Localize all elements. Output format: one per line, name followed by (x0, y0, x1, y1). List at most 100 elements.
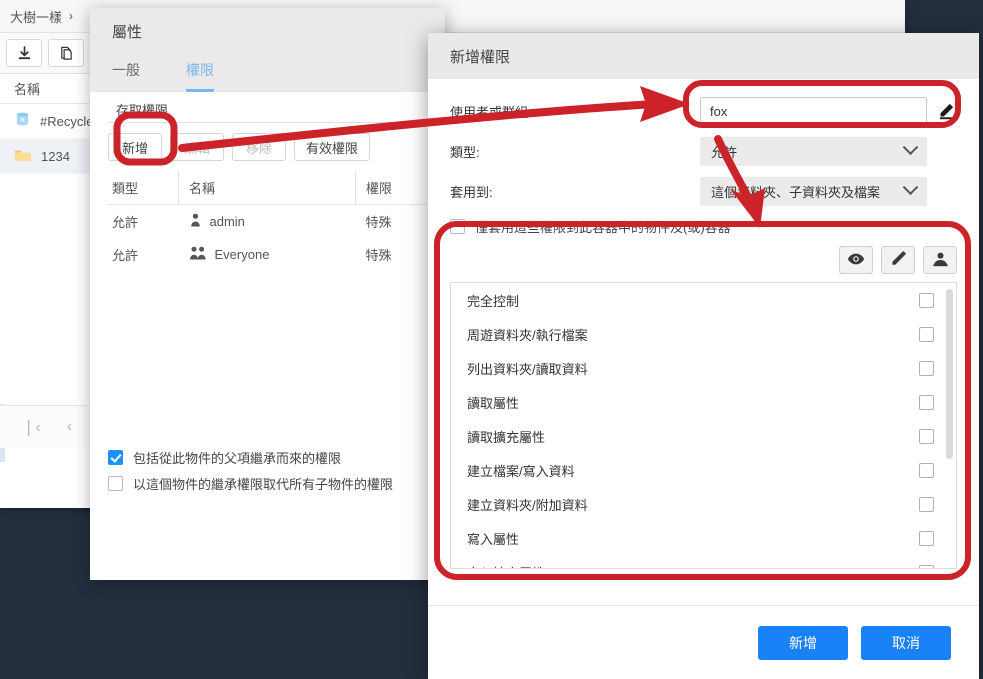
apply-to-select[interactable]: 這個資料夾、子資料夾及檔案 (700, 177, 927, 206)
chevron-down-icon (902, 139, 919, 156)
list-item-label: 1234 (41, 148, 70, 164)
add-dialog-footer: 新增 取消 (428, 605, 979, 679)
list-item[interactable]: 讀取屬性 (451, 385, 956, 419)
permission-selection-panel: 完全控制 周遊資料夾/執行檔案 列出資料夾/讀取資料 讀取屬性 讀取擴充屬性 建… (450, 246, 957, 569)
effective-permission-button[interactable]: 有效權限 (294, 133, 371, 161)
permission-label: 建立資料夾/附加資料 (467, 497, 588, 513)
table-row[interactable]: 允許 admin 特殊 (108, 205, 427, 239)
edit-permission-button[interactable]: 編輯 (170, 133, 224, 161)
copy-icon (59, 46, 74, 61)
add-permission-button[interactable]: 新增 (108, 133, 162, 161)
replace-child-checkbox[interactable] (108, 476, 123, 491)
permission-label: 建立檔案/寫入資料 (467, 463, 575, 479)
properties-dialog: 屬性 一般 權限 存取權限 新增 編輯 移除 有效權限 類型 名稱 權限 允許 (90, 8, 445, 580)
chevron-down-icon (902, 179, 919, 196)
group-icon (189, 246, 207, 263)
folder-icon (14, 147, 32, 166)
pencil-icon (890, 250, 907, 270)
type-row: 類型: 允許 (450, 137, 957, 166)
add-button[interactable]: 新增 (758, 625, 848, 660)
properties-tabs: 一般 權限 (90, 54, 445, 92)
permission-checkbox[interactable] (919, 428, 934, 444)
permission-checkbox[interactable] (919, 360, 934, 376)
table-header-row: 類型 名稱 權限 (108, 171, 427, 205)
cell-name-label: admin (209, 214, 245, 229)
list-item[interactable]: 寫入擴充屬性 (451, 555, 956, 569)
type-select[interactable]: 允許 (700, 137, 927, 166)
permission-label: 列出資料夾/讀取資料 (467, 361, 588, 377)
apply-to-label: 套用到: (450, 185, 493, 200)
permission-checkbox[interactable] (919, 326, 934, 342)
container-only-checkbox[interactable] (450, 219, 465, 234)
permission-checkbox[interactable] (919, 292, 934, 308)
fieldset-divider (108, 122, 427, 123)
remove-permission-button[interactable]: 移除 (232, 133, 286, 161)
list-scrollbar[interactable] (946, 289, 953, 459)
include-inherited-checkbox[interactable] (108, 450, 123, 465)
download-button[interactable] (6, 39, 42, 67)
container-only-row[interactable]: 僅套用這些權限到此容器中的物件及(或)容器 (450, 217, 957, 236)
column-header-type: 類型 (108, 171, 179, 205)
apply-to-row: 套用到: 這個資料夾、子資料夾及檔案 (450, 177, 957, 206)
cell-name-label: Everyone (214, 247, 270, 262)
column-header-name: 名稱 (178, 171, 356, 205)
permission-checkbox[interactable] (919, 394, 934, 410)
list-item[interactable]: 建立檔案/寫入資料 (451, 453, 956, 487)
read-preset-button[interactable] (839, 246, 873, 274)
owner-preset-button[interactable] (923, 246, 957, 274)
cancel-button[interactable]: 取消 (861, 625, 951, 660)
download-icon (17, 45, 32, 61)
copy-button[interactable] (48, 39, 84, 67)
permission-checkbox-list[interactable]: 完全控制 周遊資料夾/執行檔案 列出資料夾/讀取資料 讀取屬性 讀取擴充屬性 建… (450, 282, 957, 569)
permission-checkbox[interactable] (919, 462, 934, 478)
permission-checkbox[interactable] (919, 496, 934, 512)
user-or-group-input[interactable] (700, 97, 927, 126)
cell-name: Everyone (179, 238, 356, 271)
tab-general[interactable]: 一般 (112, 60, 140, 92)
list-item[interactable]: 完全控制 (451, 283, 956, 317)
fieldset-legend: 存取權限 (116, 100, 175, 119)
tab-permissions[interactable]: 權限 (186, 60, 214, 92)
prev-page-button[interactable]: ‹ (67, 418, 72, 436)
properties-dialog-title: 屬性 (90, 8, 445, 54)
breadcrumb-item[interactable]: 大樹一樣 (10, 7, 62, 26)
type-label: 類型: (450, 145, 480, 160)
include-inherited-row[interactable]: 包括從此物件的父項繼承而來的權限 (108, 448, 423, 467)
permission-action-buttons: 新增 編輯 移除 有效權限 (108, 133, 427, 161)
cell-type: 允許 (112, 248, 139, 263)
inheritance-options: 包括從此物件的父項繼承而來的權限 以這個物件的繼承權限取代所有子物件的權限 (108, 448, 423, 500)
type-select-value: 允許 (711, 145, 738, 160)
cell-permission: 特殊 (365, 248, 392, 263)
write-preset-button[interactable] (881, 246, 915, 274)
list-item[interactable]: 建立資料夾/附加資料 (451, 487, 956, 521)
permission-label: 寫入擴充屬性 (467, 563, 545, 569)
person-icon (932, 251, 949, 270)
list-item-label: #Recycle (40, 113, 94, 129)
user-or-group-label: 使用者或群組: (450, 105, 532, 120)
table-row[interactable]: 允許 Everyone 特殊 (108, 238, 427, 271)
list-item[interactable]: 寫入屬性 (451, 521, 956, 555)
permission-label: 寫入屬性 (467, 531, 520, 547)
add-permission-dialog: 新增權限 使用者或群組: 類型: 允許 套用到: (428, 33, 979, 679)
list-item[interactable]: 周遊資料夾/執行檔案 (451, 317, 956, 351)
pencil-icon[interactable] (937, 100, 957, 123)
permission-table: 類型 名稱 權限 允許 admin 特殊 允許 Everyone 特殊 (108, 171, 427, 271)
column-header-name: 名稱 (14, 82, 41, 97)
permission-checkbox[interactable] (919, 530, 934, 546)
list-item[interactable]: 列出資料夾/讀取資料 (451, 351, 956, 385)
permission-checkbox[interactable] (919, 564, 934, 568)
eye-icon (847, 252, 865, 269)
cell-type: 允許 (112, 215, 139, 230)
preset-buttons (450, 246, 957, 274)
first-page-button[interactable]: ❘‹ (22, 417, 41, 437)
permission-label: 讀取擴充屬性 (467, 429, 546, 445)
include-inherited-label: 包括從此物件的父項繼承而來的權限 (133, 451, 342, 466)
cell-permission: 特殊 (365, 215, 392, 230)
list-item[interactable]: 讀取擴充屬性 (451, 419, 956, 453)
user-icon (189, 213, 202, 230)
replace-child-row[interactable]: 以這個物件的繼承權限取代所有子物件的權限 (108, 474, 423, 493)
apply-to-select-value: 這個資料夾、子資料夾及檔案 (711, 185, 881, 200)
user-or-group-row: 使用者或群組: (450, 97, 957, 126)
column-header-permission: 權限 (355, 171, 427, 205)
permission-label: 完全控制 (467, 293, 520, 309)
